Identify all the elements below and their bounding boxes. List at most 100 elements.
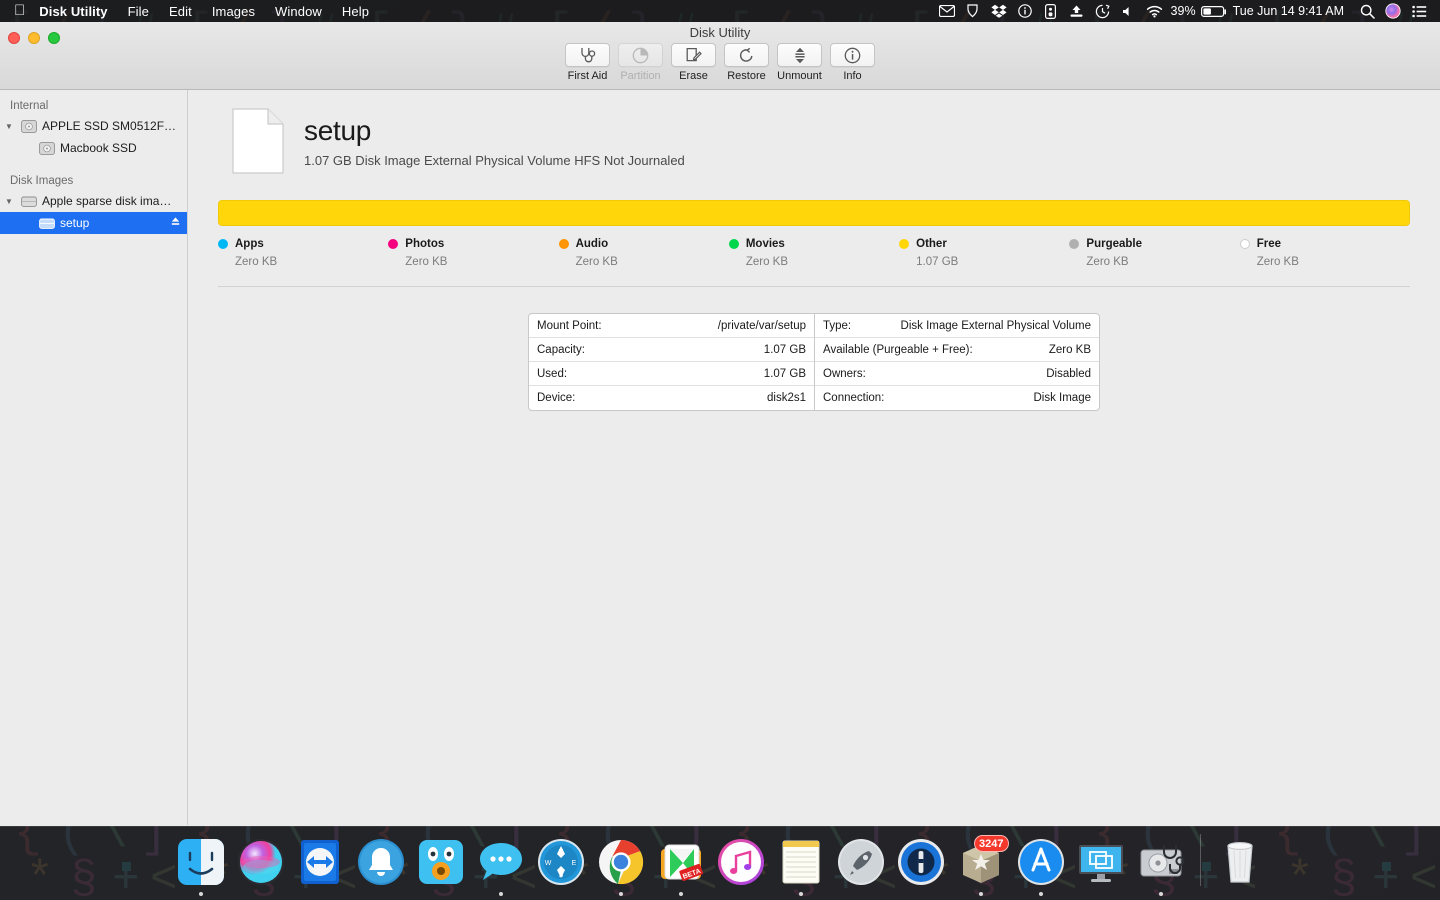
dropbox-icon[interactable] xyxy=(986,0,1012,22)
dock-item-disk-utility[interactable] xyxy=(1133,830,1189,896)
menu-item-disk-utility[interactable]: Disk Utility xyxy=(39,4,117,19)
info-column-left: Mount Point: /private/var/setup Capacity… xyxy=(529,314,814,410)
package-box-icon: 3247 xyxy=(956,835,1009,887)
section-divider xyxy=(218,286,1410,287)
svg-text:W: W xyxy=(544,860,551,867)
menu-bar-clock[interactable]: Tue Jun 14 9:41 AM xyxy=(1227,4,1354,18)
sidebar-section-disk-images: Disk Images xyxy=(10,175,74,187)
dock-item-app-store[interactable] xyxy=(1013,830,1069,896)
dock-item-itunes[interactable] xyxy=(713,830,769,896)
sidebar-item-label: Macbook SSD xyxy=(60,141,137,155)
dock-item-siri[interactable] xyxy=(233,830,289,896)
unmount-button[interactable]: Unmount xyxy=(776,43,823,82)
menu-item-window[interactable]: Window xyxy=(265,4,332,19)
chrome-icon xyxy=(596,837,646,887)
running-indicator xyxy=(798,892,803,896)
dock-item-launchpad[interactable] xyxy=(833,830,889,896)
wifi-icon[interactable] xyxy=(1142,0,1168,22)
spotlight-search-icon[interactable] xyxy=(1354,0,1380,22)
info-value: 1.07 GB xyxy=(763,367,806,380)
sidebar-item-apple-ssd[interactable]: ▼ APPLE SSD SM0512F… xyxy=(0,115,187,137)
info-value: /private/var/setup xyxy=(717,319,806,332)
sidebar-item-setup[interactable]: setup xyxy=(0,212,187,234)
eject-icon[interactable] xyxy=(170,216,181,230)
dock-item-package-app[interactable]: 3247 xyxy=(953,830,1009,896)
legend-label-photos: Photos xyxy=(405,238,445,250)
running-indicator xyxy=(439,892,443,896)
time-machine-icon[interactable] xyxy=(1090,0,1116,22)
disk-image-icon xyxy=(18,195,40,208)
legend-label-free: Free xyxy=(1256,238,1281,250)
legend-label-apps: Apps xyxy=(235,238,264,250)
volume-icon[interactable] xyxy=(1116,0,1142,22)
first-aid-button[interactable]: First Aid xyxy=(564,43,611,82)
dock-item-trash[interactable] xyxy=(1212,830,1268,896)
mail-icon[interactable] xyxy=(934,0,960,22)
erase-button[interactable]: Erase xyxy=(670,43,717,82)
badge-count: 3247 xyxy=(974,835,1009,852)
menu-item-images[interactable]: Images xyxy=(202,4,265,19)
safari-compass-icon: NW E S xyxy=(536,837,586,887)
partition-button[interactable]: Partition xyxy=(617,43,664,82)
phone-icon[interactable] xyxy=(1038,0,1064,22)
sidebar-item-apple-sparse-disk-image[interactable]: ▼ Apple sparse disk ima… xyxy=(0,190,187,212)
siri-icon[interactable] xyxy=(1380,0,1406,22)
vpn-shield-icon[interactable] xyxy=(960,0,986,22)
disclosure-triangle-icon[interactable]: ▼ xyxy=(0,122,18,131)
menu-bar-status-area: 39% Tue Jun 14 9:41 AM xyxy=(934,0,1440,22)
erase-label: Erase xyxy=(679,70,708,82)
stethoscope-icon xyxy=(565,43,610,67)
disclosure-triangle-icon[interactable]: ▼ xyxy=(0,197,18,206)
dock-item-bell-app[interactable] xyxy=(353,830,409,896)
table-row: Device: disk2s1 xyxy=(529,386,814,410)
restore-label: Restore xyxy=(727,70,766,82)
menu-item-help[interactable]: Help xyxy=(332,4,379,19)
main-panel: setup 1.07 GB Disk Image External Physic… xyxy=(188,90,1440,825)
info-button[interactable]: Info xyxy=(829,43,876,82)
legend-item-free: Free Zero KB xyxy=(1239,238,1410,268)
dock-item-chrome[interactable] xyxy=(593,830,649,896)
running-indicator xyxy=(379,892,383,896)
storage-usage-bar xyxy=(218,200,1410,226)
dock-item-teamviewer[interactable] xyxy=(293,830,349,896)
info-circle-icon[interactable] xyxy=(1012,0,1038,22)
sidebar-section-internal: Internal xyxy=(10,100,49,112)
svg-text:S: S xyxy=(558,872,563,879)
itunes-icon xyxy=(716,837,766,887)
running-indicator xyxy=(198,892,203,896)
notification-center-icon[interactable] xyxy=(1406,0,1432,22)
storage-usage-chart: Apps Zero KB Photos Zero KB Audio Zero K… xyxy=(218,200,1410,268)
battery-percent-label: 39% xyxy=(1170,4,1196,18)
dock-item-kiwi-mail-beta[interactable]: BETA xyxy=(653,830,709,896)
dock-item-notes[interactable] xyxy=(773,830,829,896)
sidebar-item-macbook-ssd[interactable]: Macbook SSD xyxy=(0,137,187,159)
legend-item-apps: Apps Zero KB xyxy=(218,238,388,268)
mission-control-icon xyxy=(1076,837,1126,887)
dock-item-onepassword[interactable] xyxy=(893,830,949,896)
battery-icon[interactable] xyxy=(1200,0,1227,22)
disk-utility-icon xyxy=(1136,837,1186,887)
legend-dot-free xyxy=(1239,239,1250,249)
apple-logo-icon[interactable]:  xyxy=(14,3,25,18)
table-row: Owners: Disabled xyxy=(815,362,1099,386)
document-page-icon xyxy=(232,108,284,174)
running-indicator xyxy=(739,892,743,896)
disk-utility-window: Disk Utility First Aid Partition Erase R… xyxy=(0,22,1440,826)
restore-button[interactable]: Restore xyxy=(723,43,770,82)
legend-dot-other xyxy=(899,239,910,249)
menu-item-edit[interactable]: Edit xyxy=(159,4,202,19)
running-indicator xyxy=(678,892,683,896)
dock-item-mission-control[interactable] xyxy=(1073,830,1129,896)
svg-text:E: E xyxy=(571,860,576,867)
airdrop-icon[interactable] xyxy=(1064,0,1090,22)
info-value: Zero KB xyxy=(1048,343,1091,356)
menu-item-file[interactable]: File xyxy=(118,4,159,19)
dock-item-tweetbot[interactable] xyxy=(413,830,469,896)
volume-icon xyxy=(36,217,58,230)
dock-item-finder[interactable] xyxy=(173,830,229,896)
running-indicator xyxy=(1038,892,1043,896)
table-row: Mount Point: /private/var/setup xyxy=(529,314,814,338)
dock-item-safari[interactable]: NW E S xyxy=(533,830,589,896)
dock-item-messages[interactable] xyxy=(473,830,529,896)
legend-value-free: Zero KB xyxy=(1256,256,1299,268)
